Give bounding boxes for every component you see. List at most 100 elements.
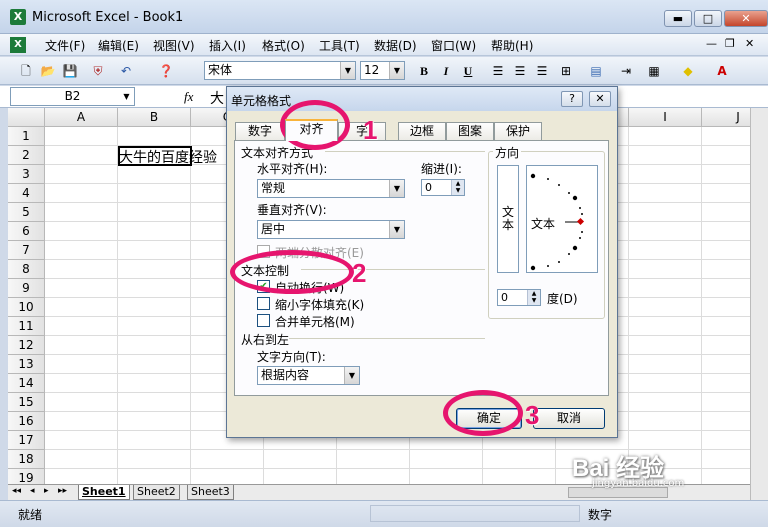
vertical-text-button[interactable]: 文本: [497, 165, 519, 273]
orientation-dial[interactable]: 文本: [526, 165, 598, 273]
bold-button[interactable]: B: [416, 63, 432, 79]
currency-icon[interactable]: ▤: [588, 63, 604, 79]
menu-tools[interactable]: 工具(T): [319, 37, 360, 54]
gridline: [190, 127, 191, 484]
vertical-align-select[interactable]: 居中 ▼: [257, 220, 405, 239]
fill-color-icon[interactable]: ◆: [680, 63, 696, 79]
row-header[interactable]: 2: [8, 146, 45, 165]
row-header[interactable]: 9: [8, 279, 45, 298]
row-header[interactable]: 12: [8, 336, 45, 355]
first-sheet-icon[interactable]: ◂◂: [12, 486, 21, 496]
merge-center-icon[interactable]: ⊞: [558, 63, 574, 79]
tab-number[interactable]: 数字: [235, 122, 285, 140]
column-header[interactable]: A: [45, 108, 118, 127]
align-center-icon[interactable]: ☰: [512, 63, 528, 79]
workbook-icon[interactable]: X: [10, 37, 26, 53]
select-all-corner[interactable]: [8, 108, 45, 127]
last-sheet-icon[interactable]: ▸▸: [58, 486, 67, 496]
vertical-text-label: 文本: [502, 205, 515, 232]
italic-button[interactable]: I: [438, 63, 454, 79]
permission-icon[interactable]: ⛨: [90, 63, 106, 79]
sheet-tab[interactable]: Sheet2: [133, 485, 180, 500]
help-icon[interactable]: ❓: [158, 63, 174, 79]
minimize-button[interactable]: ▬: [664, 10, 692, 27]
indent-icon[interactable]: ⇥: [618, 63, 634, 79]
row-header[interactable]: 6: [8, 222, 45, 241]
column-header[interactable]: J: [702, 108, 750, 127]
horizontal-align-select[interactable]: 常规 ▼: [257, 179, 405, 198]
shrink-to-fit-checkbox[interactable]: [257, 297, 270, 310]
underline-button[interactable]: U: [460, 63, 476, 79]
align-right-icon[interactable]: ☰: [534, 63, 550, 79]
vertical-scrollbar[interactable]: [750, 108, 768, 500]
font-size-select[interactable]: 12 ▼: [360, 61, 405, 80]
next-sheet-icon[interactable]: ▸: [44, 486, 49, 496]
cell-b2-text: 大牛的百度经验: [119, 150, 217, 166]
fx-icon[interactable]: fx: [184, 89, 193, 105]
formula-input[interactable]: 大: [210, 88, 224, 108]
row-header[interactable]: 16: [8, 412, 45, 431]
row-header[interactable]: 19: [8, 469, 45, 484]
menu-data[interactable]: 数据(D): [374, 37, 417, 54]
row-header[interactable]: 7: [8, 241, 45, 260]
indent-label: 缩进(I):: [421, 162, 462, 176]
menu-view[interactable]: 视图(V): [153, 37, 195, 54]
menu-window[interactable]: 窗口(W): [431, 37, 476, 54]
open-icon[interactable]: 📂: [40, 63, 56, 79]
menu-edit[interactable]: 编辑(E): [98, 37, 139, 54]
borders-icon[interactable]: ▦: [646, 63, 662, 79]
chevron-down-icon: ▼: [389, 221, 404, 238]
dialog-help-button[interactable]: ?: [561, 91, 583, 107]
column-header[interactable]: I: [629, 108, 702, 127]
sheet-tab[interactable]: Sheet3: [187, 485, 234, 500]
menu-help[interactable]: 帮助(H): [491, 37, 533, 54]
annotation-ring-3: [443, 390, 523, 436]
tab-border[interactable]: 边框: [398, 122, 446, 140]
row-header[interactable]: 15: [8, 393, 45, 412]
tab-patterns[interactable]: 图案: [446, 122, 494, 140]
font-name-select[interactable]: 宋体 ▼: [204, 61, 356, 80]
row-header[interactable]: 5: [8, 203, 45, 222]
new-icon[interactable]: 🗋: [18, 63, 34, 79]
row-header[interactable]: 1: [8, 127, 45, 146]
chevron-down-icon: ▼: [389, 62, 404, 79]
menu-insert[interactable]: 插入(I): [209, 37, 246, 54]
merge-cells-checkbox[interactable]: [257, 314, 270, 327]
close-button[interactable]: ✕: [724, 10, 768, 27]
align-left-icon[interactable]: ☰: [490, 63, 506, 79]
gridline: [701, 127, 702, 484]
save-icon[interactable]: 💾: [62, 63, 78, 79]
dialog-close-button[interactable]: ✕: [589, 91, 611, 107]
name-box[interactable]: B2 ▼: [10, 87, 135, 106]
maximize-button[interactable]: □: [694, 10, 722, 27]
annotation-number-3: 3: [525, 400, 540, 430]
tab-alignment[interactable]: 对齐: [285, 119, 338, 141]
prev-sheet-icon[interactable]: ◂: [30, 486, 35, 496]
degree-spinner[interactable]: 0 ▲ ▼: [497, 289, 541, 306]
chevron-down-icon: ▼: [123, 92, 130, 101]
row-header[interactable]: 4: [8, 184, 45, 203]
row-header[interactable]: 10: [8, 298, 45, 317]
row-header[interactable]: 11: [8, 317, 45, 336]
doc-close-button[interactable]: ✕: [745, 37, 754, 50]
doc-restore-button[interactable]: ❐: [725, 37, 735, 50]
font-color-icon[interactable]: A: [714, 63, 730, 79]
row-header[interactable]: 18: [8, 450, 45, 469]
row-header[interactable]: 8: [8, 260, 45, 279]
menu-file[interactable]: 文件(F): [45, 37, 85, 54]
doc-minimize-button[interactable]: —: [706, 37, 717, 50]
sheet-tab[interactable]: Sheet1: [78, 485, 130, 500]
row-header[interactable]: 13: [8, 355, 45, 374]
row-header[interactable]: 14: [8, 374, 45, 393]
indent-spinner[interactable]: 0 ▲ ▼: [421, 179, 465, 196]
column-header[interactable]: B: [118, 108, 191, 127]
dialog-title: 单元格格式: [231, 94, 292, 108]
undo-icon[interactable]: ↶: [118, 63, 134, 79]
menu-format[interactable]: 格式(O): [262, 37, 305, 54]
row-header[interactable]: 17: [8, 431, 45, 450]
cancel-button[interactable]: 取消: [533, 408, 605, 429]
status-ready: 就绪: [18, 508, 43, 522]
text-direction-select[interactable]: 根据内容 ▼: [257, 366, 360, 385]
tab-protection[interactable]: 保护: [494, 122, 542, 140]
row-header[interactable]: 3: [8, 165, 45, 184]
